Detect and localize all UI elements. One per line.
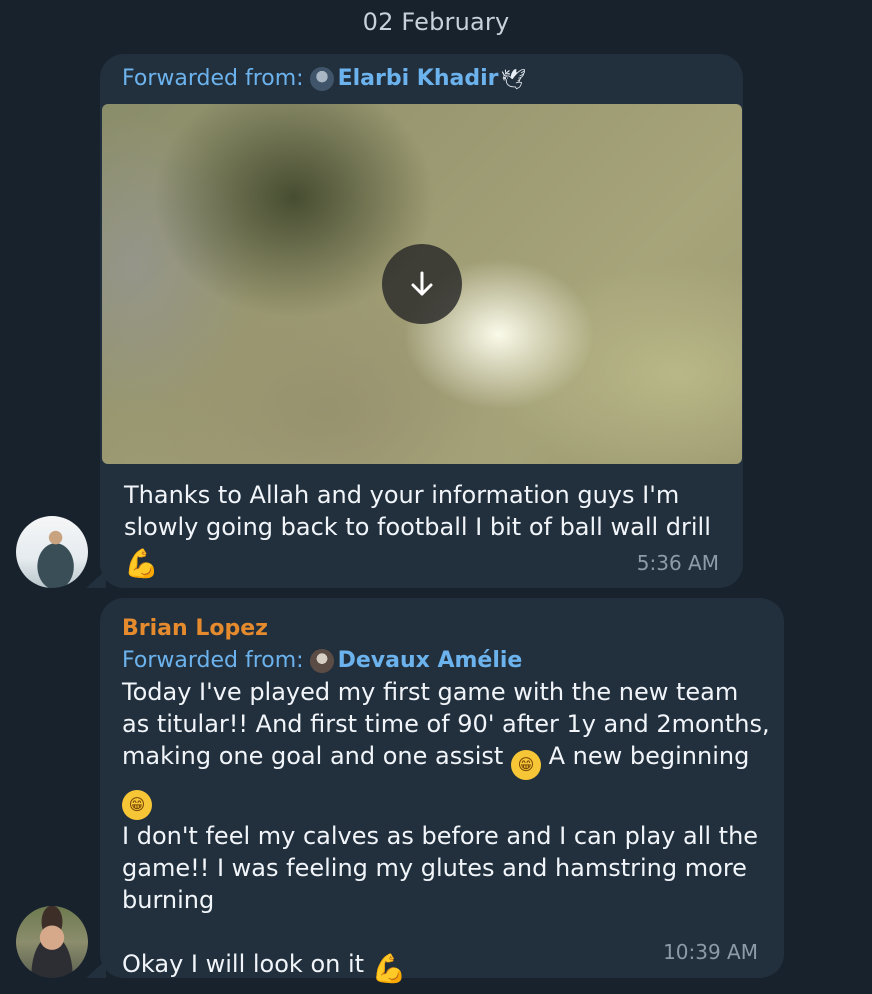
message-time: 10:39 AM [663, 940, 758, 964]
date-separator: 02 February [362, 8, 510, 36]
chat-view: 02 February Forwarded from: Elarbi Khadi… [0, 0, 872, 994]
avatar[interactable] [16, 516, 88, 588]
flexed-biceps-light-icon: 💪 [371, 952, 407, 985]
media-thumbnail[interactable] [102, 104, 742, 464]
message-text: Thanks to Allah and your information guy… [124, 479, 724, 579]
forwarded-label: Forwarded from: [122, 66, 304, 91]
forwarded-avatar [309, 649, 334, 673]
forwarded-avatar [309, 67, 334, 91]
message-bubble[interactable]: Forwarded from: Elarbi Khadir 🕊 Thanks t… [100, 54, 743, 588]
message-text-line-4: Okay I will look on it [122, 950, 365, 978]
grinning-icon: 😁 [510, 750, 541, 780]
message-time: 5:36 AM [636, 551, 719, 575]
forwarded-from[interactable]: Forwarded from: Devaux Amélie [122, 646, 522, 676]
forwarded-name[interactable]: Elarbi Khadir [338, 64, 499, 94]
forwarded-name[interactable]: Devaux Amélie [338, 646, 523, 676]
message-text: Today I've played my first game with the… [122, 676, 772, 984]
message-bubble[interactable]: Brian Lopez Forwarded from: Devaux Améli… [100, 598, 784, 984]
forwarded-from[interactable]: Forwarded from: Elarbi Khadir 🕊 [122, 64, 526, 94]
avatar[interactable] [16, 906, 88, 978]
sender-name[interactable]: Brian Lopez [122, 614, 268, 644]
flexed-biceps-dark-icon: 💪 [124, 547, 159, 580]
download-button[interactable] [382, 244, 462, 324]
grinning-icon: 😁 [122, 790, 152, 820]
forwarded-label: Forwarded from: [122, 648, 304, 673]
dove-icon: 🕊 [500, 67, 526, 91]
message-text-line-2: A new beginning [540, 742, 750, 770]
message-text-line-3: I don't feel my calves as before and I c… [122, 822, 766, 914]
download-icon [411, 271, 433, 296]
message-text-part: Thanks to Allah and your information guy… [124, 481, 711, 541]
